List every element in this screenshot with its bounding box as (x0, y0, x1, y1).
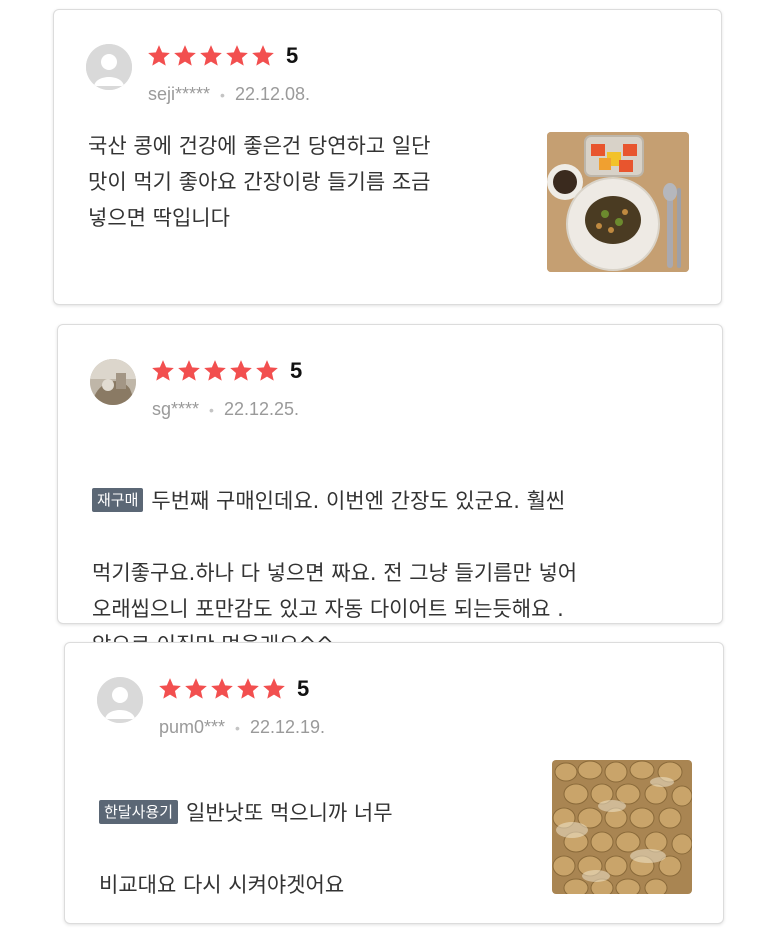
star-icon (211, 678, 233, 699)
star-icon (263, 678, 285, 699)
separator-dot: • (235, 719, 240, 736)
star-icon (185, 678, 207, 699)
star-rating: 5 (157, 676, 309, 702)
star-icon (159, 678, 181, 699)
review-card: 5 seji***** • 22.12.08. 국산 콩에 건강에 좋은건 당연… (53, 9, 722, 305)
star-icon (174, 45, 196, 66)
username: seji***** (148, 84, 211, 104)
separator-dot: • (209, 401, 214, 418)
avatar (97, 677, 143, 723)
review-photo[interactable] (547, 132, 689, 272)
star-icon (148, 45, 170, 66)
review-text: 국산 콩에 건강에 좋은건 당연하고 일단 맛이 먹기 좋아요 간장이랑 들기름… (88, 134, 431, 230)
avatar (90, 359, 136, 405)
star-icon (252, 45, 274, 66)
separator-dot: • (220, 86, 225, 103)
star-icon (178, 360, 200, 381)
review-meta: sg**** • 22.12.25. (152, 399, 299, 420)
month-review-badge: 한달사용기 (99, 800, 179, 824)
review-text: 한달사용기 일반낫또 먹으니까 너무 비교대요 다시 시켜야겟어요 (99, 759, 519, 939)
star-icon (226, 45, 248, 66)
star-rating: 5 (146, 43, 298, 69)
star-icon (204, 360, 226, 381)
review-photo[interactable] (552, 760, 692, 894)
review-date: 22.12.19. (249, 717, 326, 737)
review-card: 5 sg**** • 22.12.25. 재구매 두번째 구매인데요. 이번엔 간… (57, 324, 723, 657)
star-rating: 5 (150, 358, 302, 384)
star-icon (256, 360, 278, 381)
star-icon (237, 678, 259, 699)
rating-score: 5 (297, 676, 310, 701)
review-date: 22.12.08. (234, 84, 311, 104)
review-first-line: 한달사용기 일반낫또 먹으니까 너무 (99, 795, 519, 831)
review-card: 5 pum0*** • 22.12.19. 한달사용기 일반낫또 먹으니까 너무 … (64, 642, 724, 924)
repurchase-badge: 재구매 (92, 488, 144, 512)
username: sg**** (152, 399, 200, 419)
star-icon (200, 45, 222, 66)
natto-closeup-photo (552, 760, 692, 894)
username: pum0*** (159, 717, 226, 737)
review-text-rest: 비교대요 다시 시켜야겟어요 (99, 873, 345, 897)
rating-score: 5 (290, 358, 303, 383)
rating-score: 5 (286, 43, 299, 68)
star-icon (230, 360, 252, 381)
natto-bowl-photo (547, 132, 689, 272)
review-meta: pum0*** • 22.12.19. (159, 717, 325, 738)
avatar (86, 44, 132, 90)
review-first-line: 재구매 두번째 구매인데요. 이번엔 간장도 있군요. 훨씬 (92, 483, 702, 519)
star-icon (152, 360, 174, 381)
review-date: 22.12.25. (223, 399, 300, 419)
review-meta: seji***** • 22.12.08. (148, 84, 310, 105)
